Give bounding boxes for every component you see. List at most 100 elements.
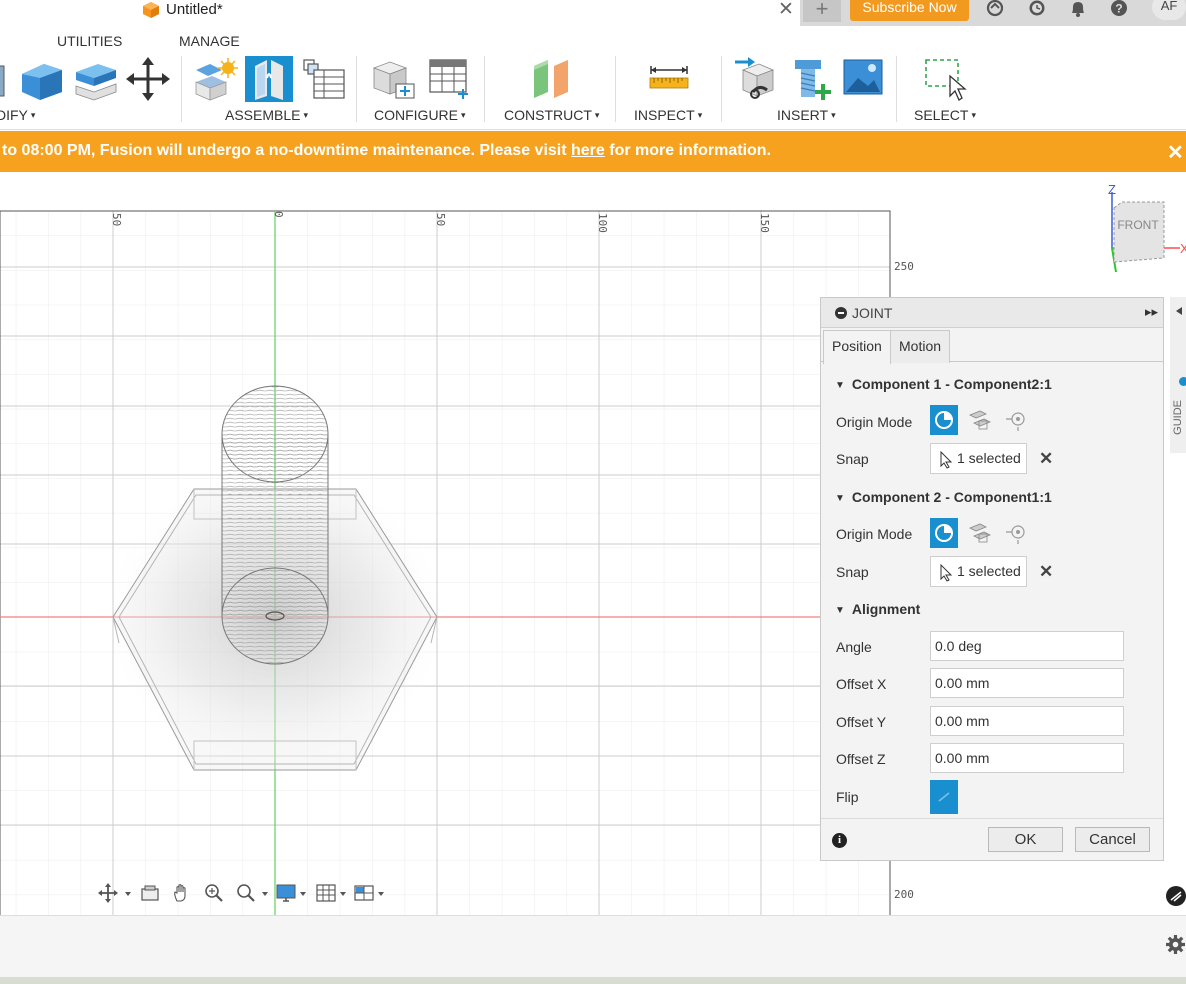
offset-x-label: Offset X	[836, 676, 887, 692]
job-status-icon[interactable]	[985, 0, 1005, 20]
new-tab-button[interactable]: +	[803, 0, 841, 22]
flip-button[interactable]	[930, 780, 958, 814]
tab-manage[interactable]: MANAGE	[179, 33, 240, 49]
clear-selection-icon[interactable]: ✕	[1039, 449, 1053, 469]
modify-menu[interactable]: DIFY ▾	[0, 107, 35, 123]
flip-icon	[938, 792, 950, 802]
move-copy-icon[interactable]	[124, 56, 172, 102]
tab-motion[interactable]: Motion	[890, 330, 951, 363]
origin-mode-simple-button[interactable]	[930, 518, 958, 548]
viewcube-face-label: FRONT	[1117, 218, 1159, 232]
toolbar-separator	[181, 56, 182, 122]
fillet-icon[interactable]	[18, 56, 66, 102]
two-edge-intersection-icon[interactable]	[1002, 405, 1030, 435]
settings-gear-icon[interactable]	[1165, 934, 1186, 955]
notifications-bell-icon[interactable]	[1068, 0, 1088, 20]
measure-icon[interactable]	[645, 56, 693, 102]
info-icon[interactable]: i	[832, 833, 847, 848]
view-cube[interactable]: Z X FRONT	[1100, 180, 1186, 276]
banner-link[interactable]: here	[571, 142, 605, 159]
snap-selection-value: 1 selected	[957, 563, 1021, 579]
construct-menu[interactable]: CONSTRUCT ▾	[504, 107, 599, 123]
window-select-icon[interactable]	[920, 56, 968, 102]
snap-label: Snap	[836, 451, 869, 467]
select-menu[interactable]: SELECT ▾	[914, 107, 976, 123]
component2-snap-selection[interactable]: 1 selected	[930, 556, 1027, 587]
tab-utilities[interactable]: UTILITIES	[57, 33, 122, 49]
guide-label[interactable]: GUIDE	[1172, 400, 1184, 435]
clear-selection-icon[interactable]: ✕	[1039, 562, 1053, 582]
component1-snap-selection[interactable]: 1 selected	[930, 443, 1027, 474]
document-cube-icon	[143, 2, 159, 18]
x-axis-label: X	[1180, 241, 1186, 256]
clock-icon[interactable]	[1027, 0, 1047, 20]
tab-position[interactable]: Position	[823, 330, 891, 364]
insert-derive-icon[interactable]	[733, 56, 781, 102]
toolbar-separator	[896, 56, 897, 122]
banner-message: to 08:00 PM, Fusion will undergo a no-do…	[2, 142, 772, 159]
new-component-icon[interactable]	[192, 56, 240, 102]
joint-dialog-title: JOINT	[852, 305, 893, 321]
ruler-label: 250	[894, 260, 914, 273]
snap-selection-value: 1 selected	[957, 450, 1021, 466]
close-tab-icon[interactable]: ✕	[778, 0, 794, 21]
origin-mode-simple-button[interactable]	[930, 405, 958, 435]
fit-zoom-window-icon[interactable]	[235, 883, 271, 903]
component-table-icon[interactable]	[300, 56, 348, 102]
press-pull-icon[interactable]	[0, 56, 12, 102]
user-avatar[interactable]: AF	[1152, 0, 1186, 20]
display-settings-icon[interactable]	[276, 883, 312, 903]
component2-section-header[interactable]: ▼ Component 2 - Component1:1	[835, 489, 1052, 505]
grid-settings-icon[interactable]	[316, 883, 352, 903]
toolbar-separator	[356, 56, 357, 122]
joint-dialog: JOINT ▸▸ Position Motion ▼ Component 1 - …	[820, 297, 1164, 861]
ruler-label: 50	[110, 213, 123, 226]
banner-close-icon[interactable]: ✕	[1167, 140, 1184, 165]
insert-canvas-icon[interactable]	[840, 56, 888, 102]
insert-mcmaster-icon[interactable]	[787, 56, 835, 102]
joint-dialog-header[interactable]: JOINT ▸▸	[821, 298, 1163, 328]
configure-menu[interactable]: CONFIGURE ▾	[374, 107, 466, 123]
cursor-arrow-icon	[940, 451, 953, 469]
simple-origin-icon	[935, 524, 953, 542]
pan-hand-icon[interactable]	[171, 883, 193, 903]
insert-menu[interactable]: INSERT ▾	[777, 107, 836, 123]
offset-y-input[interactable]	[930, 706, 1124, 736]
offset-z-input[interactable]	[930, 743, 1124, 773]
between-two-faces-icon[interactable]	[966, 518, 994, 548]
ruler-label: 0	[272, 211, 285, 218]
angle-input[interactable]	[930, 631, 1124, 661]
configure-model-icon[interactable]	[370, 56, 418, 102]
subscribe-now-button[interactable]: Subscribe Now	[850, 0, 969, 21]
viewports-icon[interactable]	[354, 883, 390, 903]
inspect-menu[interactable]: INSPECT ▾	[634, 107, 702, 123]
guide-indicator-dot	[1179, 377, 1186, 386]
threaded-bolt-model[interactable]	[221, 385, 329, 665]
alignment-section-header[interactable]: ▼ Alignment	[835, 601, 920, 617]
expand-panel-icon[interactable]: ▸▸	[1145, 304, 1158, 320]
shell-icon[interactable]	[70, 56, 118, 102]
component1-section-header[interactable]: ▼ Component 1 - Component2:1	[835, 376, 1052, 392]
cancel-button[interactable]: Cancel	[1075, 827, 1150, 852]
offset-plane-icon[interactable]	[528, 56, 576, 102]
orbit-icon[interactable]	[98, 883, 134, 903]
ruler-label: 100	[596, 213, 609, 233]
zoom-icon[interactable]	[203, 883, 225, 903]
configuration-table-icon[interactable]	[424, 56, 472, 102]
cursor-arrow-icon	[940, 564, 953, 582]
collapse-badge-icon[interactable]	[1166, 886, 1186, 906]
two-edge-intersection-icon[interactable]	[1002, 518, 1030, 548]
minimize-icon[interactable]	[835, 307, 847, 319]
offset-x-input[interactable]	[930, 668, 1124, 698]
assemble-menu[interactable]: ASSEMBLE ▾	[225, 107, 308, 123]
document-tab[interactable]: Untitled* ✕	[132, 0, 800, 22]
help-icon[interactable]: ?	[1109, 0, 1129, 20]
svg-text:?: ?	[1115, 2, 1122, 16]
toolbar-separator	[484, 56, 485, 122]
look-at-icon[interactable]	[139, 883, 161, 903]
collapse-arrows-icon[interactable]	[1170, 297, 1186, 327]
ok-button[interactable]: OK	[988, 827, 1063, 852]
maintenance-banner: to 08:00 PM, Fusion will undergo a no-do…	[0, 131, 1186, 172]
joint-button[interactable]	[245, 56, 293, 102]
between-two-faces-icon[interactable]	[966, 405, 994, 435]
